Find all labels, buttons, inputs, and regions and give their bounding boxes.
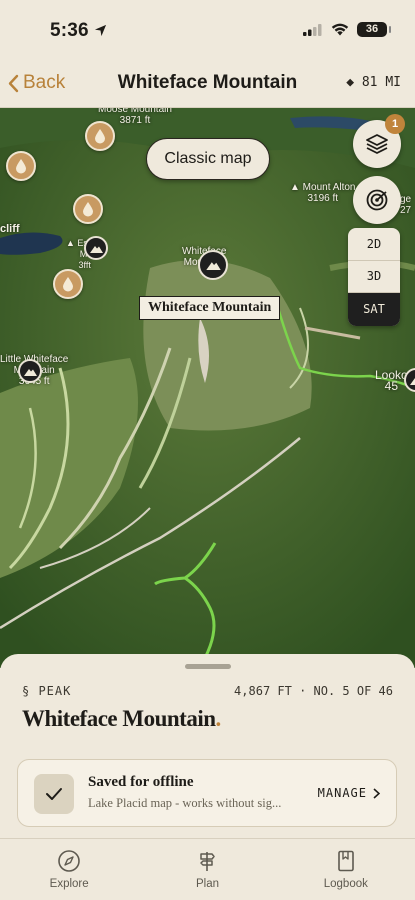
label-mount-alton: ▲ Mount Alton 3196 ft <box>290 182 356 204</box>
water-pin[interactable] <box>73 194 103 224</box>
sheet-grabber[interactable] <box>185 664 231 669</box>
compass-icon <box>58 850 80 872</box>
tab-explore[interactable]: Explore <box>0 839 138 900</box>
target-icon <box>366 189 388 211</box>
map-view[interactable]: Moose Mountain 3871 ft ▲ Mount Alton 319… <box>0 108 415 668</box>
map-mode-toggle: 2D 3D SAT <box>348 228 400 326</box>
peak-type-label: § PEAK <box>22 684 72 698</box>
offline-subtitle: Lake Placid map - works without sig... <box>88 796 282 810</box>
status-time-text: 5:36 <box>50 20 89 41</box>
status-bar: 5:36 36 <box>0 0 415 58</box>
mountain-icon <box>89 245 103 253</box>
layers-badge: 1 <box>385 114 405 134</box>
battery-level: 36 <box>365 23 379 35</box>
peak-name-dot: . <box>215 706 222 731</box>
tab-plan[interactable]: Plan <box>138 839 276 900</box>
book-icon <box>338 850 354 872</box>
water-pin[interactable] <box>6 151 36 181</box>
chevron-right-icon <box>373 787 380 799</box>
status-time: 5:36 <box>50 20 107 42</box>
offline-title: Saved for offline <box>88 774 194 790</box>
tab-explore-label: Explore <box>49 878 89 890</box>
water-drop-icon <box>95 129 105 144</box>
mountain-icon <box>23 368 37 376</box>
mountain-icon <box>205 262 221 270</box>
tab-bar: Explore Plan Logbook <box>0 838 415 900</box>
label-cliff: cliff <box>0 223 20 235</box>
peak-detail-sheet: § PEAK 4,867 FT · NO. 5 OF 46 Whiteface … <box>0 654 415 838</box>
classic-map-button[interactable]: Classic map <box>146 138 270 180</box>
mode-2d-button[interactable]: 2D <box>348 228 400 261</box>
layers-icon <box>366 134 388 154</box>
water-drop-icon <box>16 159 26 174</box>
peak-pin-selected[interactable] <box>198 250 228 280</box>
checkmark-icon <box>46 788 62 800</box>
cellular-signal-icon <box>303 23 322 36</box>
status-icons: 36 <box>303 22 391 37</box>
layers-button[interactable]: 1 <box>353 114 405 168</box>
wifi-icon <box>331 23 349 36</box>
water-pin[interactable] <box>53 269 83 299</box>
mountain-icon <box>409 377 415 385</box>
distance-readout: ◆ 81 MI <box>346 75 401 90</box>
water-drop-icon <box>63 277 73 292</box>
offline-check <box>34 774 74 814</box>
peak-callout[interactable]: Whiteface Mountain <box>139 296 281 320</box>
peak-name-text: Whiteface Mountain <box>22 706 216 731</box>
battery-icon: 36 <box>357 22 391 37</box>
peak-meta: 4,867 FT · NO. 5 OF 46 <box>234 684 393 698</box>
nav-header: Back Whiteface Mountain ◆ 81 MI <box>0 58 415 108</box>
offline-card[interactable]: Saved for offline Lake Placid map - work… <box>17 759 397 827</box>
peak-pin[interactable] <box>84 236 108 260</box>
tab-logbook-label: Logbook <box>323 878 368 890</box>
label-alton-right: ge 27 <box>400 194 412 216</box>
mode-sat-button[interactable]: SAT <box>348 293 400 326</box>
tab-plan-label: Plan <box>195 878 219 890</box>
signpost-icon <box>200 852 216 871</box>
water-drop-icon <box>83 202 93 217</box>
peak-name: Whiteface Mountain. <box>22 706 221 732</box>
locate-button[interactable] <box>353 176 401 224</box>
peak-pin[interactable] <box>18 359 42 383</box>
location-arrow-icon <box>95 24 107 37</box>
mode-3d-button[interactable]: 3D <box>348 261 400 294</box>
water-pin[interactable] <box>85 121 115 151</box>
label-lookout: Looko 45 <box>375 368 408 393</box>
manage-label: MANAGE <box>317 786 367 800</box>
tab-logbook[interactable]: Logbook <box>277 839 415 900</box>
manage-button[interactable]: MANAGE <box>318 786 380 800</box>
